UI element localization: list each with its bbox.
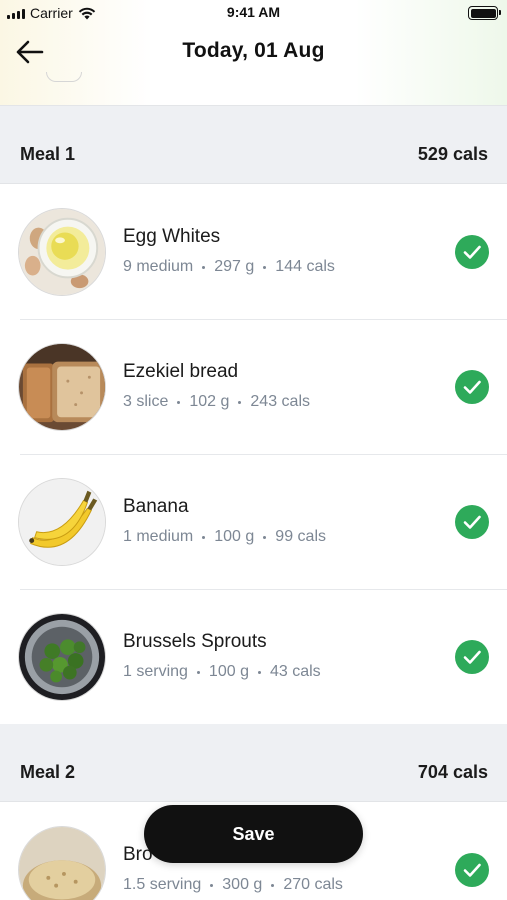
food-quantity: 9 medium [123,258,194,275]
meal-name: Meal 1 [20,144,76,164]
separator-dot [210,883,214,887]
food-weight: 100 g [214,528,255,545]
header-area: Carrier 9:41 AM Today, 01 Aug [0,0,507,106]
food-weight: 300 g [222,876,263,893]
separator-dot [257,670,261,674]
food-quantity: 1 serving [123,663,188,680]
meal-name: Meal 2 [20,762,76,782]
food-item[interactable]: Brussels Sprouts 1 serving 100 g 43 cals [0,590,507,725]
food-name: Banana [123,496,189,517]
save-button[interactable]: Save [144,805,363,863]
food-details: 3 slice 102 g 243 cals [123,393,310,411]
rice-image [18,826,106,900]
page-title: Today, 01 Aug [182,39,325,62]
separator-dot [263,265,267,269]
battery-icon [468,6,501,20]
food-details: 1 serving 100 g 43 cals [123,663,321,681]
food-calories: 243 cals [250,393,310,410]
brussels-sprouts-image [18,613,106,701]
food-name: Ezekiel bread [123,361,239,382]
food-weight: 297 g [214,258,255,275]
screen: Carrier 9:41 AM Today, 01 Aug Meal 1 529… [0,0,507,900]
food-name: Egg Whites [123,226,221,247]
food-details: 1.5 serving 300 g 270 cals [123,876,343,894]
check-icon[interactable] [455,640,489,674]
banana-image [18,478,106,566]
meal-calories: 529 cals [417,144,488,164]
meal-header: Meal 1 529 cals [0,106,507,184]
separator-dot [271,883,275,887]
food-calories: 144 cals [275,258,335,275]
food-name: Brussels Sprouts [123,631,267,652]
meal-calories: 704 cals [417,762,488,782]
check-icon[interactable] [455,370,489,404]
status-time: 9:41 AM [226,4,281,20]
food-item[interactable]: Banana 1 medium 100 g 99 cals [0,455,507,590]
food-details: 9 medium 297 g 144 cals [123,258,335,276]
food-weight: 100 g [208,663,249,680]
status-bar: Carrier 9:41 AM [0,0,507,26]
check-icon[interactable] [455,853,489,887]
check-icon[interactable] [455,235,489,269]
separator-dot [196,670,200,674]
partial-thumbnail [46,72,82,82]
egg-whites-image [18,208,106,296]
separator-dot [238,400,242,404]
food-details: 1 medium 100 g 99 cals [123,528,326,546]
meal-header: Meal 2 704 cals [0,724,507,802]
food-quantity: 1.5 serving [123,876,202,893]
food-quantity: 1 medium [123,528,194,545]
food-calories: 43 cals [269,663,321,680]
food-item[interactable]: Ezekiel bread 3 slice 102 g 243 cals [0,320,507,455]
separator-dot [263,535,267,539]
food-calories: 270 cals [283,876,343,893]
separator-dot [177,400,181,404]
check-icon[interactable] [455,505,489,539]
separator-dot [202,265,206,269]
separator-dot [202,535,206,539]
food-weight: 102 g [189,393,230,410]
food-calories: 99 cals [275,528,326,545]
food-quantity: 3 slice [123,393,169,410]
food-item[interactable]: Egg Whites 9 medium 297 g 144 cals [0,185,507,320]
bread-image [18,343,106,431]
